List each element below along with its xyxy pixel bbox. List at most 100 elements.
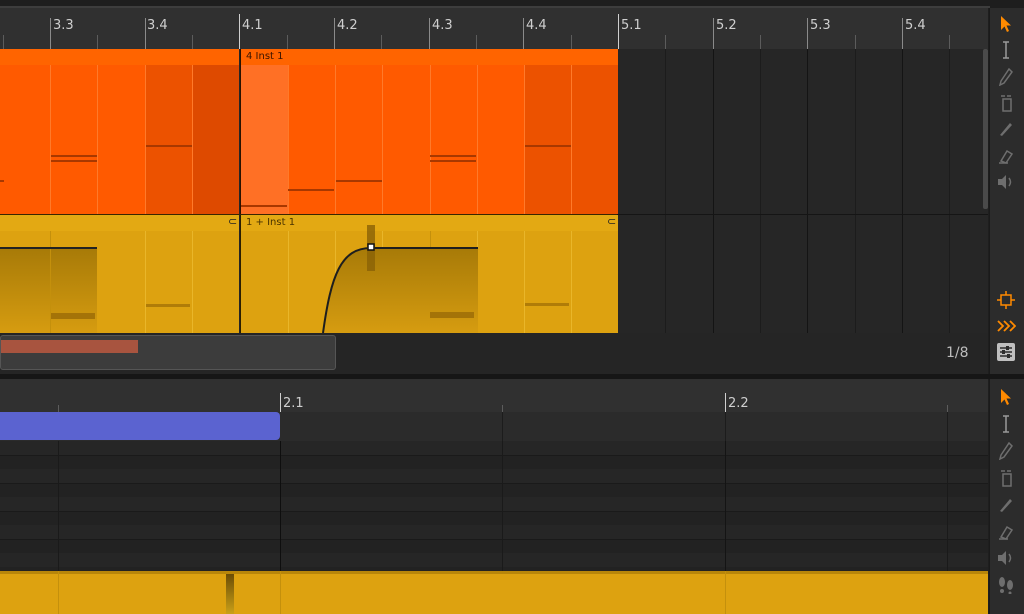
time-select-tool-icon[interactable] — [990, 38, 1022, 62]
editor-tool-strip — [989, 379, 1024, 614]
note-bar — [288, 189, 334, 191]
ruler-minor-tick — [58, 405, 59, 412]
note-bar — [0, 180, 4, 182]
horizontal-scrollbar[interactable] — [0, 335, 336, 370]
knife-tool-icon[interactable] — [990, 117, 1022, 141]
lane-divider — [0, 511, 988, 512]
arranger-ruler[interactable]: 3.3 3.4 4.1 4.2 4.3 4.4 5.1 5.2 5.3 5.4 — [0, 8, 988, 49]
beat-line — [477, 65, 478, 214]
ruler-label: 4.3 — [432, 18, 453, 33]
pencil-tool-icon[interactable] — [990, 439, 1022, 463]
grid-line — [760, 49, 761, 333]
page-indicator: 1/8 — [946, 345, 969, 361]
audition-tool-icon[interactable] — [990, 546, 1022, 570]
lane-divider — [0, 455, 988, 456]
ruler-minor-tick — [3, 35, 4, 49]
audition-tool-icon[interactable] — [990, 170, 1022, 194]
lane-divider — [0, 483, 988, 484]
ruler-minor-tick — [665, 35, 666, 49]
instrument-clip-left[interactable] — [0, 49, 239, 214]
ruler-label: 2.2 — [728, 396, 749, 411]
automation-fill — [0, 248, 97, 333]
beat-line — [335, 65, 336, 214]
clip-highlight — [241, 65, 288, 214]
track-separator — [0, 214, 617, 215]
automation-lane[interactable] — [0, 571, 988, 614]
lane-header — [0, 571, 988, 574]
grid-line — [280, 571, 281, 614]
automation-clip[interactable]: 1 + Inst 1 ⊂ — [240, 215, 618, 333]
grid-line — [725, 571, 726, 614]
paint-tool-icon[interactable] — [990, 144, 1022, 168]
grid-line — [947, 412, 948, 441]
ruler-minor-tick — [381, 35, 382, 49]
ruler-label: 4.1 — [242, 18, 263, 33]
grid-line — [949, 49, 950, 333]
inspector-toggle-icon[interactable] — [990, 340, 1022, 364]
ruler-minor-tick — [949, 35, 950, 49]
note-bar — [146, 304, 190, 307]
pointer-tool-icon[interactable] — [990, 12, 1022, 36]
ruler-label: 3.3 — [53, 18, 74, 33]
scrollbar-thumb[interactable] — [1, 340, 138, 353]
clip-end-marker: ⊂ — [228, 215, 238, 228]
follow-playhead-icon[interactable] — [990, 314, 1022, 338]
detail-editor-panel: 2.1 2.2 — [0, 379, 1024, 614]
beat-line — [430, 65, 431, 214]
beat-line — [571, 65, 572, 214]
note-bar — [146, 145, 192, 147]
ruler-label: 5.1 — [621, 18, 642, 33]
eraser-tool-icon[interactable] — [990, 466, 1022, 490]
ruler-label: 4.4 — [526, 18, 547, 33]
automation-clip-left[interactable]: ⊂ — [0, 215, 239, 333]
snap-grid-icon[interactable] — [990, 288, 1022, 312]
pencil-tool-icon[interactable] — [990, 65, 1022, 89]
ruler-tick — [334, 18, 335, 49]
ruler-minor-tick — [97, 35, 98, 49]
grid-line — [58, 441, 59, 571]
editor-ruler[interactable]: 2.1 2.2 — [0, 379, 988, 412]
ruler-tick — [145, 18, 146, 49]
editor-clip[interactable] — [0, 412, 280, 440]
paint-tool-icon[interactable] — [990, 520, 1022, 544]
ruler-tick — [280, 393, 281, 412]
key-lane — [0, 469, 988, 483]
automation-curve — [322, 225, 569, 333]
note-bar — [336, 180, 382, 182]
footsteps-tool-icon[interactable] — [990, 573, 1022, 597]
ruler-tick — [807, 18, 808, 49]
ruler-minor-tick — [855, 35, 856, 49]
grid-line — [855, 49, 856, 333]
ruler-label: 2.1 — [283, 396, 304, 411]
knife-tool-icon[interactable] — [990, 493, 1022, 517]
ruler-minor-tick — [192, 35, 193, 49]
grid-line — [713, 49, 714, 333]
ruler-minor-tick — [571, 35, 572, 49]
ruler-tick — [902, 18, 903, 49]
note-bar — [430, 155, 476, 157]
automation-point-marker[interactable] — [226, 574, 234, 614]
ruler-tick — [50, 18, 51, 49]
beat-line — [382, 65, 383, 214]
beat-line — [192, 231, 193, 333]
instrument-clip[interactable]: 4 Inst 1 — [240, 49, 618, 214]
clip-header — [0, 49, 239, 65]
grid-line — [902, 49, 903, 333]
ruler-tick — [523, 18, 524, 49]
pointer-tool-icon[interactable] — [990, 385, 1022, 409]
key-lane — [0, 441, 988, 455]
time-select-tool-icon[interactable] — [990, 412, 1022, 436]
vertical-scrollbar[interactable] — [983, 49, 988, 209]
beat-line — [97, 65, 98, 214]
eraser-tool-icon[interactable] — [990, 91, 1022, 115]
automation-line — [0, 247, 97, 249]
ruler-tick — [239, 14, 240, 49]
piano-roll-grid[interactable] — [0, 441, 988, 571]
grid-line — [807, 49, 808, 333]
beat-line — [145, 65, 146, 214]
key-lane — [0, 553, 988, 567]
arranger-panel: 3.3 3.4 4.1 4.2 4.3 4.4 5.1 5.2 5.3 5.4 — [0, 0, 1024, 374]
note-bar — [430, 160, 476, 162]
ruler-tick — [713, 18, 714, 49]
lane-divider — [0, 539, 988, 540]
